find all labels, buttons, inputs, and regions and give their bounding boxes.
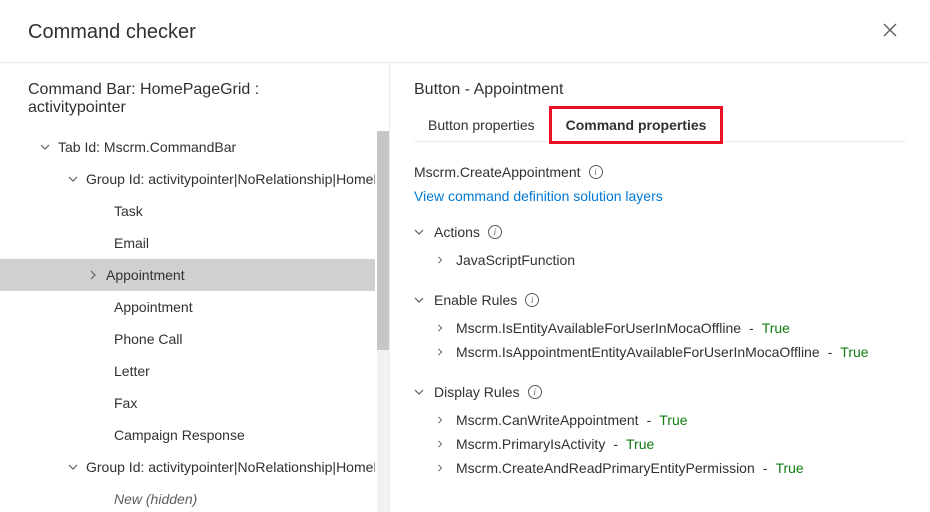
right-pane: Button - Appointment Button properties C… (390, 63, 930, 512)
section: Enable Rules i Mscrm.IsEntityAvailableForU… (414, 292, 906, 364)
tree-item[interactable]: Phone Call (0, 323, 375, 355)
section-item[interactable]: Mscrm.PrimaryIsActivity - True (436, 432, 906, 456)
section: Display Rules i Mscrm.CanWriteAppointment … (414, 384, 906, 480)
tree-group[interactable]: Group Id: activitypointer|NoRelationship… (0, 163, 375, 195)
tree-group[interactable]: Group Id: activitypointer|NoRelationship… (0, 451, 375, 483)
command-name: Mscrm.CreateAppointment (414, 164, 581, 180)
tree-item[interactable]: Appointment (0, 291, 375, 323)
command-bar-title: Command Bar: HomePageGrid : activitypoin… (0, 81, 389, 131)
section-header[interactable]: Display Rules i (414, 384, 906, 400)
section-title: Actions (434, 224, 480, 240)
info-icon[interactable]: i (488, 225, 502, 239)
scrollbar-thumb[interactable] (377, 131, 389, 350)
info-icon[interactable]: i (528, 385, 542, 399)
tree-item-label: Phone Call (108, 331, 183, 347)
section-title: Enable Rules (434, 292, 517, 308)
button-title: Button - Appointment (414, 81, 906, 99)
command-tree: Tab Id: Mscrm.CommandBar Group Id: activi… (0, 131, 389, 512)
section-item[interactable]: JavaScriptFunction (436, 248, 906, 272)
section-title: Display Rules (434, 384, 520, 400)
tree-label: Group Id: activitypointer|NoRelationship… (80, 171, 375, 187)
left-pane: Command Bar: HomePageGrid : activitypoin… (0, 63, 390, 512)
item-value: True (659, 412, 687, 428)
tabs: Button properties Command properties (414, 109, 906, 142)
tree-item[interactable]: Task (0, 195, 375, 227)
tree-item-label: Campaign Response (108, 427, 245, 443)
close-button[interactable] (874, 16, 906, 48)
chevron-right-icon (436, 348, 448, 356)
scrollbar-track[interactable] (377, 131, 389, 512)
item-value: True (626, 436, 654, 452)
item-label: Mscrm.IsAppointmentEntityAvailableForUse… (456, 344, 820, 360)
dialog-title: Command checker (28, 21, 196, 44)
chevron-down-icon (66, 174, 80, 184)
tree-item-label: Letter (108, 363, 150, 379)
tree-item[interactable]: Campaign Response (0, 419, 375, 451)
close-icon (883, 23, 897, 42)
tree-item-label: Appointment (100, 267, 185, 283)
item-value: True (775, 460, 803, 476)
item-label: Mscrm.CanWriteAppointment (456, 412, 639, 428)
tree-item[interactable]: Email (0, 227, 375, 259)
info-icon[interactable]: i (525, 293, 539, 307)
chevron-down-icon (66, 462, 80, 472)
section-item[interactable]: Mscrm.IsEntityAvailableForUserInMocaOffl… (436, 316, 906, 340)
section-header[interactable]: Enable Rules i (414, 292, 906, 308)
chevron-down-icon (38, 142, 52, 152)
tree-item[interactable]: New (hidden) (0, 483, 375, 512)
chevron-down-icon (414, 295, 426, 305)
tree-item-label: Task (108, 203, 143, 219)
item-label: Mscrm.IsEntityAvailableForUserInMocaOffl… (456, 320, 741, 336)
tree-tab[interactable]: Tab Id: Mscrm.CommandBar (0, 131, 375, 163)
tree-label: Group Id: activitypointer|NoRelationship… (80, 459, 375, 475)
tree-item-label: Fax (108, 395, 137, 411)
chevron-right-icon (86, 270, 100, 280)
tree-item-label: Email (108, 235, 149, 251)
section-item[interactable]: Mscrm.IsAppointmentEntityAvailableForUse… (436, 340, 906, 364)
view-solution-layers-link[interactable]: View command definition solution layers (414, 188, 906, 204)
chevron-right-icon (436, 324, 448, 332)
item-label: Mscrm.CreateAndReadPrimaryEntityPermissi… (456, 460, 755, 476)
info-icon[interactable]: i (589, 165, 603, 179)
tree-item-label: New (hidden) (108, 491, 197, 507)
section-item[interactable]: Mscrm.CreateAndReadPrimaryEntityPermissi… (436, 456, 906, 480)
tab-button-properties[interactable]: Button properties (414, 109, 549, 141)
tree-label: Tab Id: Mscrm.CommandBar (52, 139, 236, 155)
dialog-header: Command checker (0, 0, 930, 63)
tab-command-properties[interactable]: Command properties (549, 106, 724, 144)
tree-item-label: Appointment (108, 299, 193, 315)
chevron-right-icon (436, 464, 448, 472)
chevron-down-icon (414, 227, 426, 237)
item-label: Mscrm.PrimaryIsActivity (456, 436, 605, 452)
tree-item-selected[interactable]: Appointment (0, 259, 375, 291)
chevron-right-icon (436, 256, 448, 264)
tree-item[interactable]: Fax (0, 387, 375, 419)
section: Actions i JavaScriptFunction (414, 224, 906, 272)
tree-item[interactable]: Letter (0, 355, 375, 387)
section-item[interactable]: Mscrm.CanWriteAppointment - True (436, 408, 906, 432)
item-value: True (762, 320, 790, 336)
item-label: JavaScriptFunction (456, 252, 575, 268)
item-value: True (840, 344, 868, 360)
chevron-right-icon (436, 416, 448, 424)
section-header[interactable]: Actions i (414, 224, 906, 240)
chevron-right-icon (436, 440, 448, 448)
chevron-down-icon (414, 387, 426, 397)
